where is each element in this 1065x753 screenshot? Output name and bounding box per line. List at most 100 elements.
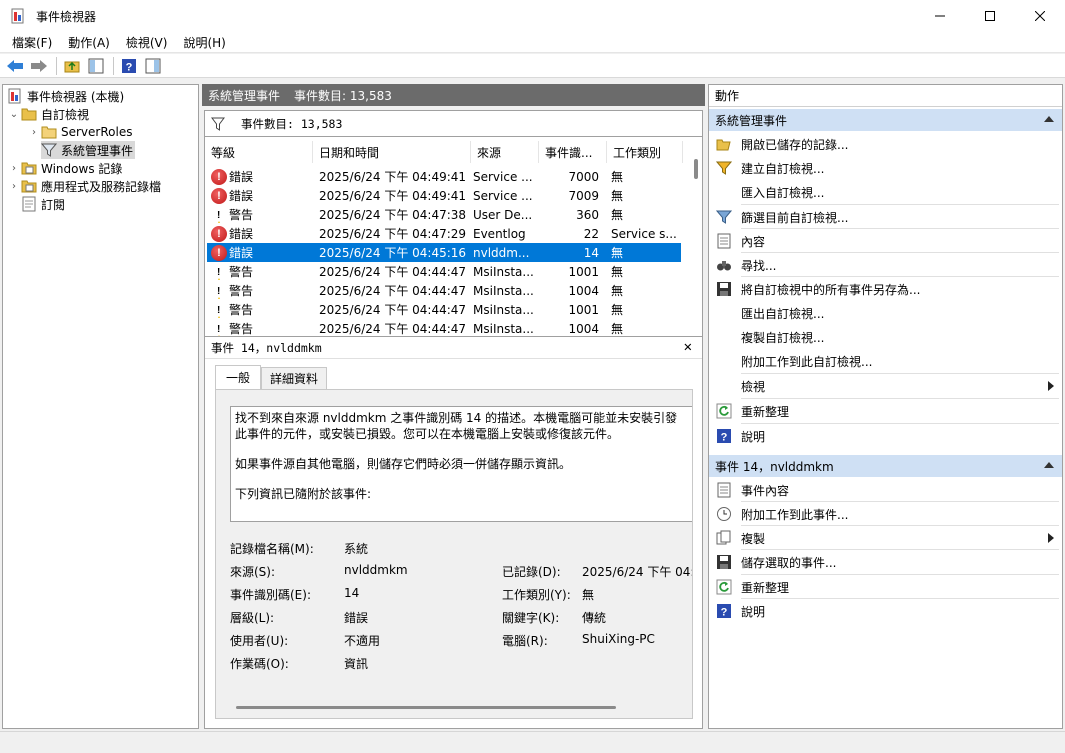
- cell-datetime: 2025/6/24 下午 04:49:41: [319, 170, 467, 184]
- action-event-properties[interactable]: 事件內容: [709, 479, 1062, 501]
- tree-item-app-service-logs[interactable]: › 應用程式及服務記錄檔: [7, 177, 161, 195]
- collapse-up-icon[interactable]: [1044, 462, 1054, 468]
- cell-datetime: 2025/6/24 下午 04:44:47: [319, 322, 467, 336]
- back-button[interactable]: [4, 56, 26, 76]
- menu-bar: 檔案(F) 動作(A) 檢視(V) 說明(H): [0, 32, 1065, 53]
- action-filter-current-view[interactable]: 篩選目前自訂檢視...: [709, 206, 1062, 228]
- column-event-id[interactable]: 事件識...: [539, 141, 607, 163]
- action-open-saved-log[interactable]: 開啟已儲存的記錄...: [709, 133, 1062, 155]
- tree-root[interactable]: 事件檢視器 (本機): [7, 87, 124, 105]
- tree-item-admin-events[interactable]: 系統管理事件: [40, 141, 136, 159]
- chevron-right-icon[interactable]: ›: [27, 125, 41, 139]
- table-row[interactable]: ! 錯誤 2025/6/24 下午 04:47:29 Eventlog 22 Servic…: [207, 224, 681, 243]
- tab-details[interactable]: 詳細資料: [261, 367, 328, 389]
- cell-source: MsiInsta...: [473, 302, 534, 317]
- tree-item-server-roles[interactable]: › ServerRoles: [27, 123, 132, 141]
- chevron-right-icon[interactable]: ›: [7, 161, 21, 175]
- action-help-event[interactable]: ? 說明: [709, 600, 1062, 622]
- save-icon: [716, 554, 732, 570]
- action-copy-custom-view[interactable]: 複製自訂檢視...: [709, 326, 1062, 348]
- action-save-all-events[interactable]: 將自訂檢視中的所有事件另存為...: [709, 278, 1062, 300]
- filter-icon: [715, 209, 733, 225]
- table-row[interactable]: ! 錯誤 2025/6/24 下午 04:49:41 Service ... 7000 無: [207, 167, 681, 186]
- table-row[interactable]: 警告 2025/6/24 下午 04:47:38 User De... 360 無: [207, 205, 681, 224]
- description-text: 找不到來自來源 nvlddmkm 之事件識別碼 14 的描述。本機電腦可能並未安…: [235, 411, 678, 441]
- show-hide-action-pane-button[interactable]: [142, 56, 164, 76]
- event-detail-pane: 事件 14，nvlddmkm ✕ 一般 詳細資料 找不到來自來源 nvlddmk…: [204, 336, 703, 729]
- cell-source: MsiInsta...: [473, 283, 534, 298]
- event-list-scrollbar[interactable]: [694, 159, 698, 179]
- tab-general[interactable]: 一般: [215, 365, 262, 389]
- cell-source: User De...: [473, 207, 533, 222]
- column-datetime[interactable]: 日期和時間: [313, 141, 471, 163]
- action-find[interactable]: 尋找...: [709, 254, 1062, 276]
- cell-datetime: 2025/6/24 下午 04:49:41: [319, 189, 467, 203]
- cell-source: Eventlog: [473, 226, 526, 241]
- column-level[interactable]: 等級: [205, 141, 313, 163]
- actions-section-event[interactable]: 事件 14，nvlddmkm: [709, 455, 1062, 477]
- log-name-label: 記錄檔名稱(M):: [230, 542, 314, 556]
- menu-file[interactable]: 檔案(F): [4, 34, 60, 51]
- help-button[interactable]: ?: [118, 56, 140, 76]
- level-value: 錯誤: [344, 611, 369, 625]
- action-refresh-event[interactable]: 重新整理: [709, 576, 1062, 598]
- help-icon: ?: [122, 58, 136, 73]
- close-button[interactable]: [1015, 0, 1065, 32]
- collapse-up-icon[interactable]: [1044, 116, 1054, 122]
- action-refresh[interactable]: 重新整理: [709, 400, 1062, 422]
- action-help[interactable]: ? 說明: [709, 425, 1062, 447]
- help-icon: ?: [716, 428, 732, 444]
- action-properties[interactable]: 內容: [709, 230, 1062, 252]
- minimize-button[interactable]: [915, 0, 965, 32]
- action-view[interactable]: 檢視: [709, 375, 1062, 397]
- menu-help[interactable]: 說明(H): [175, 34, 233, 51]
- menu-separator: [741, 574, 1059, 575]
- forward-button[interactable]: [28, 56, 50, 76]
- menu-separator: [741, 373, 1059, 374]
- actions-section-admin-events[interactable]: 系統管理事件: [709, 109, 1062, 131]
- action-attach-task-event[interactable]: 附加工作到此事件...: [709, 503, 1062, 525]
- action-create-custom-view[interactable]: 建立自訂檢視...: [709, 157, 1062, 179]
- actions-title: 動作: [709, 85, 1062, 107]
- action-import-custom-view[interactable]: 匯入自訂檢視...: [709, 181, 1062, 203]
- tree-item-custom-views[interactable]: ⌄ 自訂檢視: [7, 105, 89, 123]
- show-hide-tree-button[interactable]: [85, 56, 107, 76]
- chevron-down-icon[interactable]: ⌄: [7, 107, 21, 121]
- pane-title: 系統管理事件: [208, 88, 281, 103]
- close-icon: [1035, 11, 1045, 21]
- cell-source: MsiInsta...: [473, 264, 534, 279]
- tree-item-windows-logs[interactable]: › Windows 記錄: [7, 159, 122, 177]
- cell-level: ! 錯誤: [207, 168, 315, 185]
- warning-icon: [211, 206, 227, 223]
- filter-icon: [211, 117, 225, 131]
- action-save-selected-events[interactable]: 儲存選取的事件...: [709, 551, 1062, 573]
- column-source[interactable]: 來源: [471, 141, 539, 163]
- table-row[interactable]: ! 錯誤 2025/6/24 下午 04:49:41 Service ... 7009 無: [207, 186, 681, 205]
- cell-event-id: 360: [576, 207, 599, 222]
- svg-text:?: ?: [721, 607, 728, 619]
- table-row[interactable]: 警告 2025/6/24 下午 04:44:47 MsiInsta... 1001 無: [207, 262, 681, 281]
- table-row[interactable]: 警告 2025/6/24 下午 04:44:47 MsiInsta... 1004 無: [207, 281, 681, 300]
- cell-event-id: 1001: [568, 264, 599, 279]
- event-list-header: 等級 日期和時間 來源 事件識... 工作類別: [205, 141, 685, 163]
- menu-view[interactable]: 檢視(V): [118, 34, 176, 51]
- action-export-custom-view[interactable]: 匯出自訂檢視...: [709, 302, 1062, 324]
- maximize-button[interactable]: [965, 0, 1015, 32]
- action-copy[interactable]: 複製: [709, 527, 1062, 549]
- table-row[interactable]: 警告 2025/6/24 下午 04:44:47 MsiInsta... 1001 無: [207, 300, 681, 319]
- up-folder-button[interactable]: [61, 56, 83, 76]
- menu-action[interactable]: 動作(A): [60, 34, 118, 51]
- tree-item-subscriptions[interactable]: 訂閱: [21, 195, 65, 213]
- attach-task-icon: [716, 506, 732, 522]
- close-detail-icon[interactable]: ✕: [684, 339, 692, 355]
- detail-horizontal-scrollbar[interactable]: [236, 706, 616, 709]
- cell-task-category: 無: [611, 208, 624, 222]
- user-label: 使用者(U):: [230, 634, 289, 648]
- action-attach-task-view[interactable]: 附加工作到此自訂檢視...: [709, 350, 1062, 372]
- chevron-right-icon[interactable]: ›: [7, 179, 21, 193]
- event-description[interactable]: 找不到來自來源 nvlddmkm 之事件識別碼 14 的描述。本機電腦可能並未安…: [230, 406, 692, 522]
- column-task-category[interactable]: 工作類別: [607, 141, 683, 163]
- table-row[interactable]: ! 錯誤 2025/6/24 下午 04:45:16 nvlddm... 14 無: [207, 243, 681, 262]
- console-tree-icon: [88, 58, 104, 73]
- cell-level: 警告: [207, 301, 315, 318]
